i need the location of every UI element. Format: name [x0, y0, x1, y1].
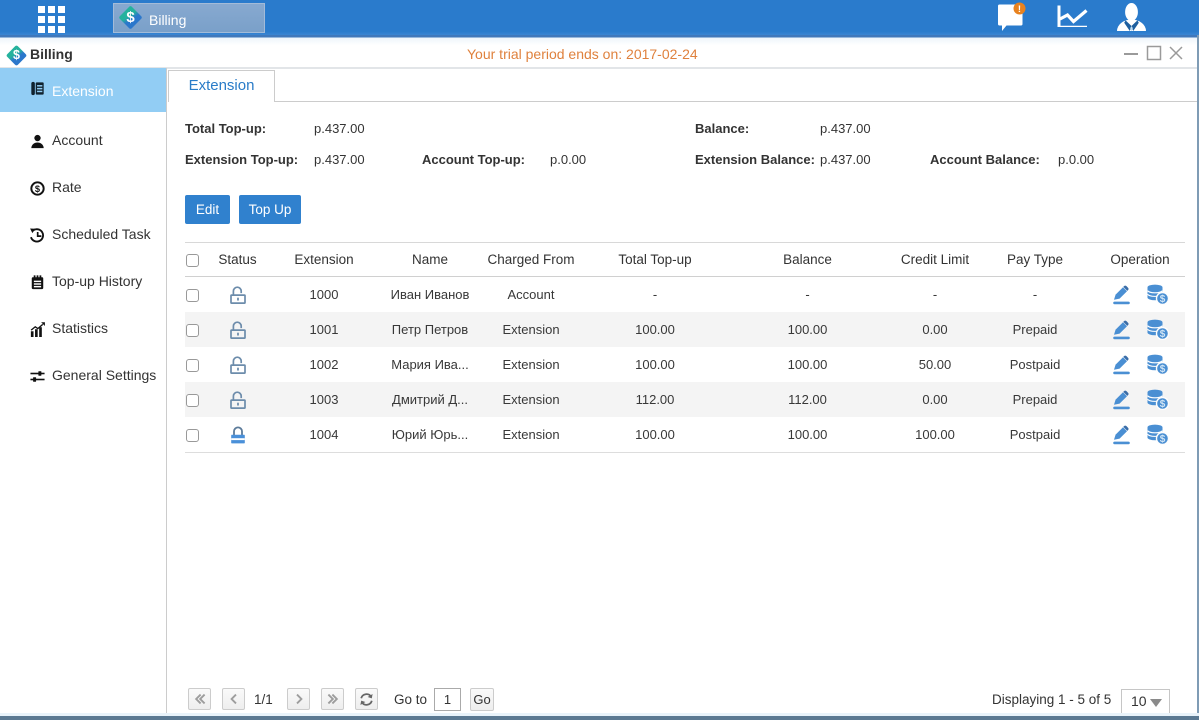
svg-text:$: $: [1160, 399, 1166, 410]
svg-text:$: $: [1160, 434, 1166, 445]
svg-text:$: $: [1160, 329, 1166, 340]
svg-text:$: $: [35, 184, 41, 194]
svg-text:!: !: [1018, 4, 1021, 15]
svg-text:$: $: [1160, 364, 1166, 375]
svg-text:$: $: [1160, 294, 1166, 305]
